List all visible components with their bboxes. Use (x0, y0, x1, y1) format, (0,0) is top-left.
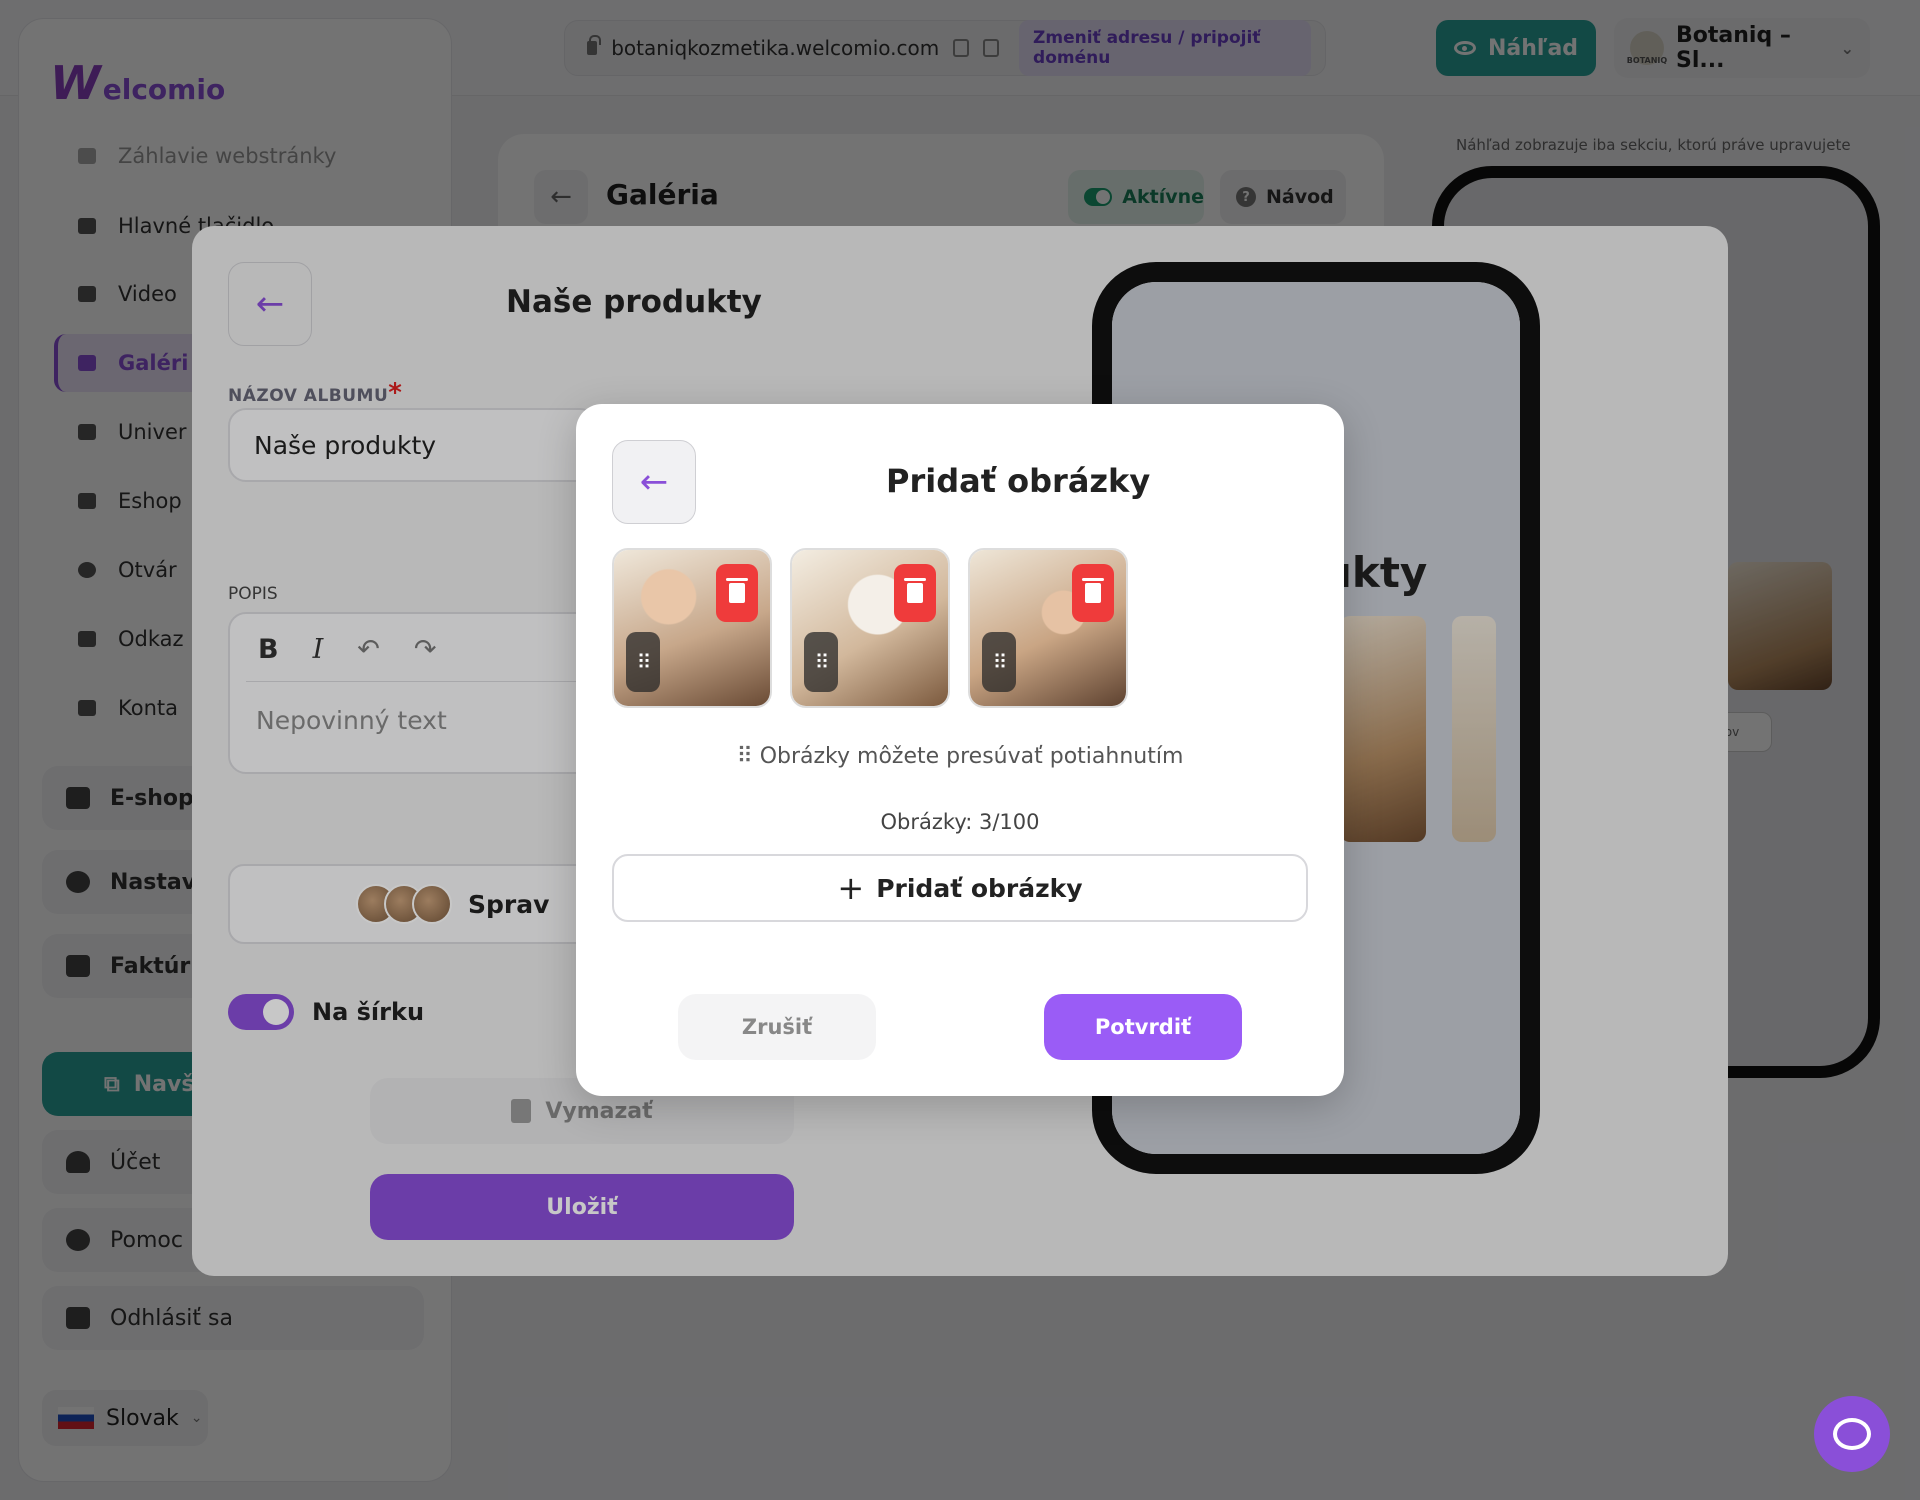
add-images-back-button[interactable]: ← (612, 440, 696, 524)
arrow-left-icon: ← (639, 462, 669, 502)
delete-image-button[interactable] (1072, 564, 1114, 622)
trash-icon (726, 578, 748, 603)
add-images-title: Pridať obrázky (886, 462, 1151, 500)
drag-handle-icon[interactable]: ⠿ (626, 632, 660, 692)
delete-image-button[interactable] (894, 564, 936, 622)
plus-icon: + (837, 869, 865, 907)
drag-dots-icon: ⠿ (736, 744, 760, 769)
image-count: Obrázky: 3/100 (880, 810, 1040, 834)
trash-icon (904, 578, 926, 603)
image-card[interactable]: ⠿ (790, 548, 950, 708)
trash-icon (1082, 578, 1104, 603)
cancel-button[interactable]: Zrušiť (678, 994, 876, 1060)
drag-handle-icon[interactable]: ⠿ (804, 632, 838, 692)
add-images-button[interactable]: + Pridať obrázky (612, 854, 1308, 922)
drag-hint: ⠿ Obrázky môžete presúvať potiahnutím (736, 744, 1184, 769)
delete-image-button[interactable] (716, 564, 758, 622)
drag-handle-icon[interactable]: ⠿ (982, 632, 1016, 692)
chat-icon (1833, 1418, 1871, 1450)
confirm-button[interactable]: Potvrdiť (1044, 994, 1242, 1060)
image-card[interactable]: ⠿ (968, 548, 1128, 708)
chat-button[interactable] (1814, 1396, 1890, 1472)
image-card[interactable]: ⠿ (612, 548, 772, 708)
